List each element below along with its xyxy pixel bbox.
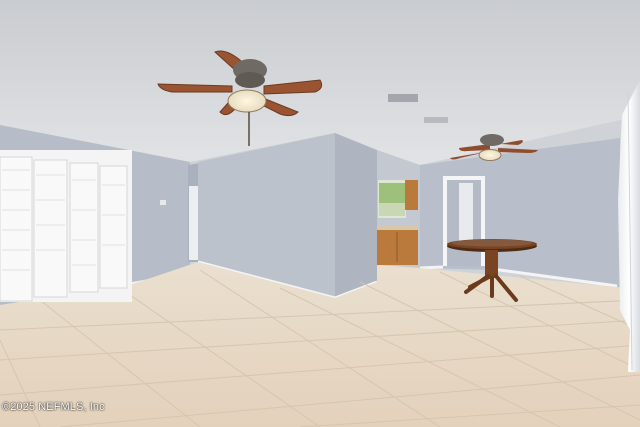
- room-photo: ©2025 NEFMLS, Inc: [0, 0, 640, 427]
- hallway-door: [189, 186, 198, 260]
- kitchen-area: [377, 150, 420, 268]
- upper-cabinet: [405, 180, 418, 210]
- thermostat: [160, 200, 166, 205]
- hvac-vent-2: [424, 117, 448, 123]
- room-illustration: [0, 0, 640, 427]
- hvac-vent: [388, 94, 418, 102]
- photo-watermark: ©2025 NEFMLS, Inc: [2, 401, 105, 413]
